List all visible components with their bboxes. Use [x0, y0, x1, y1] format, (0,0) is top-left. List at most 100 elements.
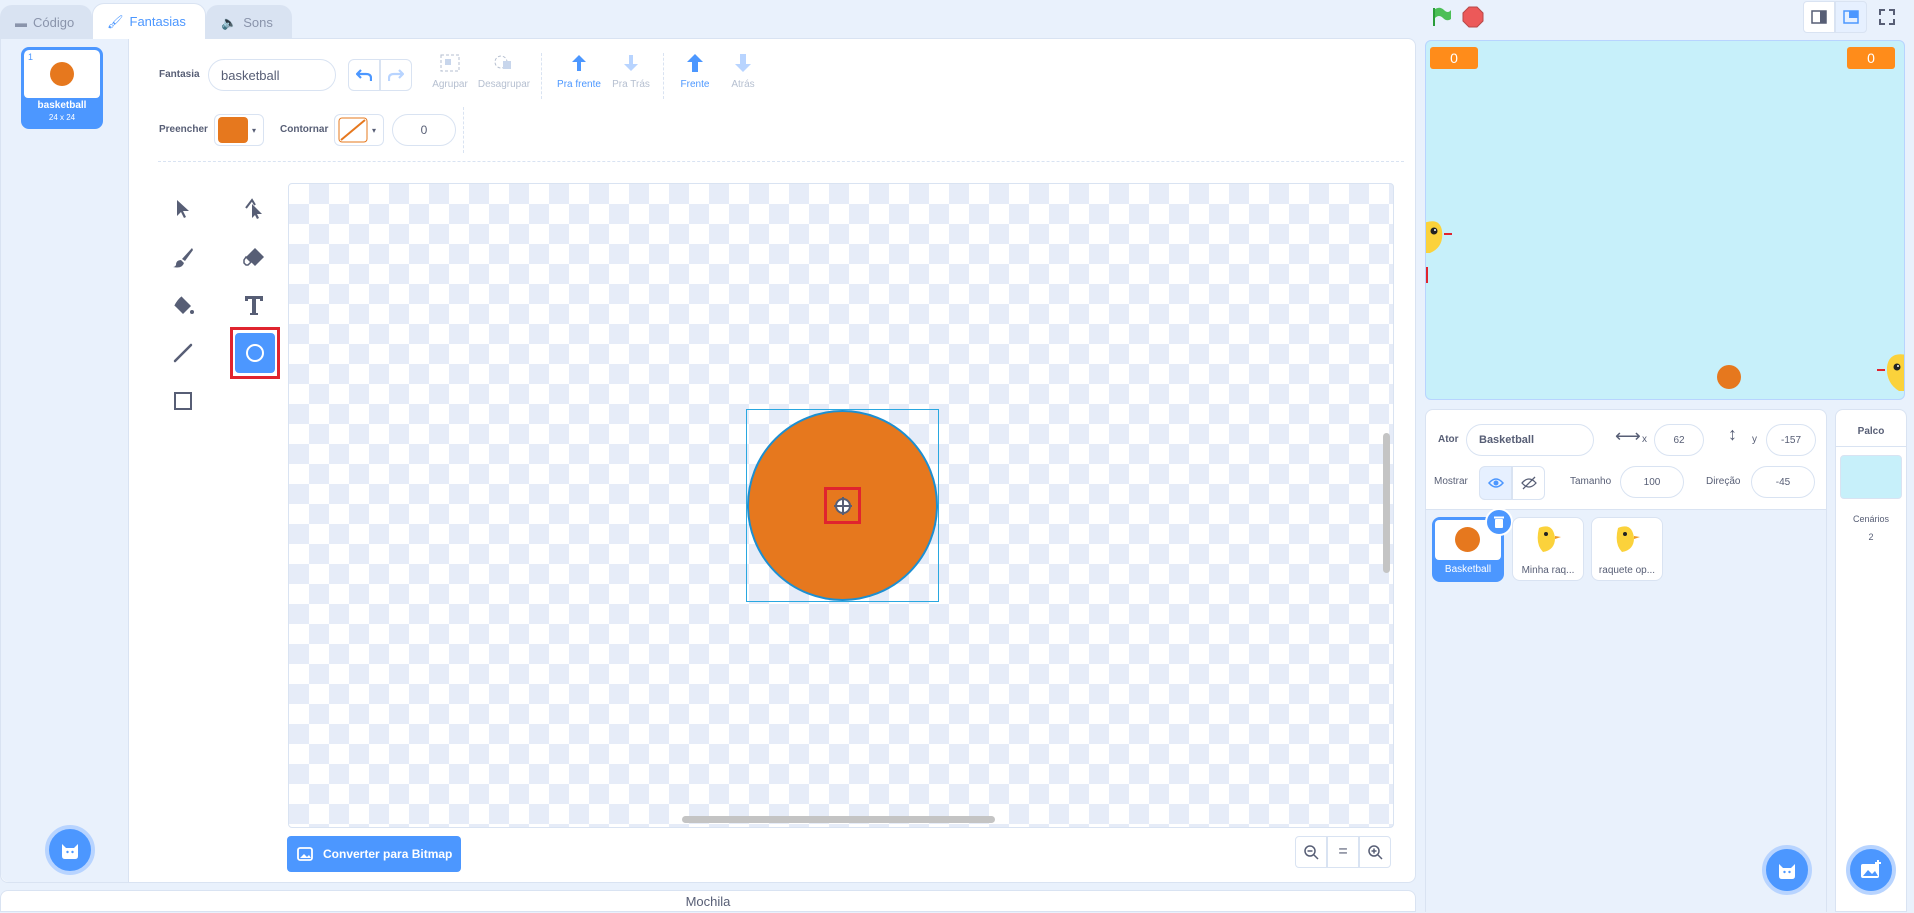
stage-title: Palco — [1857, 426, 1885, 437]
front-icon — [687, 54, 703, 72]
zoom-in-icon — [1368, 845, 1383, 860]
backward-button[interactable]: Pra Trás — [603, 53, 659, 99]
stage[interactable]: 0 0 — [1425, 40, 1905, 400]
choose-costume-button[interactable] — [45, 825, 95, 875]
choose-backdrop-button[interactable] — [1846, 845, 1896, 895]
reshape-tool[interactable] — [232, 185, 276, 233]
paint-editor: 1 basketball 24 x 24 Fantasia basketball… — [0, 38, 1416, 883]
zoom-reset-button[interactable]: = — [1327, 836, 1359, 868]
drawing-canvas[interactable] — [288, 183, 1394, 828]
cat-add-icon — [1779, 864, 1795, 879]
brush-tool-icon — [173, 248, 193, 268]
sprite-tile-raquete-oponente[interactable]: raquete op... — [1591, 517, 1663, 581]
fill-tool[interactable] — [161, 281, 205, 329]
group-button[interactable]: Agrupar — [429, 53, 471, 99]
paint-bucket-icon — [174, 296, 194, 314]
rotation-center-marker[interactable] — [824, 487, 861, 524]
rectangle-tool[interactable] — [161, 377, 205, 425]
image-icon — [297, 847, 313, 861]
size-input[interactable]: 100 — [1620, 466, 1684, 498]
outline-color-picker[interactable]: ▾ — [334, 114, 384, 146]
fullscreen-icon[interactable] — [1876, 6, 1898, 28]
zoom-out-icon — [1304, 845, 1319, 860]
choose-sprite-button[interactable] — [1762, 845, 1812, 895]
brush-tool[interactable] — [161, 233, 205, 281]
eye-slash-icon — [1520, 476, 1537, 490]
backward-icon — [624, 55, 638, 71]
redo-icon — [388, 69, 404, 81]
horizontal-scrollbar[interactable] — [682, 816, 995, 823]
tab-code[interactable]: ▬ Código — [0, 5, 92, 39]
direction-input[interactable]: -45 — [1751, 466, 1815, 498]
line-tool[interactable] — [161, 329, 205, 377]
chick-thumbnail — [1616, 526, 1640, 552]
costume-item[interactable]: 1 basketball 24 x 24 — [21, 47, 103, 129]
zoom-out-button[interactable] — [1295, 836, 1327, 868]
sprite-tile-minha-raquete[interactable]: Minha raq... — [1512, 517, 1584, 581]
ungroup-button[interactable]: Desagrupar — [476, 53, 532, 99]
delete-sprite-button[interactable] — [1485, 508, 1513, 536]
circle-tool[interactable] — [230, 327, 280, 379]
stage-selector[interactable]: Palco Cenários 2 — [1835, 409, 1907, 912]
stage-thumbnail[interactable] — [1840, 455, 1902, 499]
large-stage-button[interactable] — [1835, 1, 1867, 33]
costume-number: 1 — [28, 52, 34, 62]
fill-swatch — [218, 117, 248, 143]
hide-sprite-button[interactable] — [1512, 466, 1545, 500]
no-outline-icon — [338, 117, 368, 143]
costume-thumbnail — [50, 62, 74, 86]
basketball-sprite[interactable] — [1717, 365, 1741, 389]
reshape-icon — [245, 198, 262, 219]
front-button[interactable]: Frente — [673, 53, 717, 99]
forward-button[interactable]: Pra frente — [551, 53, 607, 99]
green-flag-icon[interactable] — [1430, 6, 1452, 28]
costume-size: 24 x 24 — [48, 113, 76, 122]
group-icon — [440, 54, 460, 72]
backpack-bar[interactable]: Mochila — [0, 890, 1416, 912]
back-button[interactable]: Atrás — [721, 53, 765, 99]
undo-button[interactable] — [348, 59, 380, 91]
select-tool[interactable] — [161, 185, 205, 233]
stop-icon[interactable] — [1462, 6, 1484, 28]
cat-add-icon — [62, 844, 78, 859]
crosshair-icon — [833, 496, 852, 515]
vertical-scrollbar[interactable] — [1383, 433, 1390, 573]
costume-list: 1 basketball 24 x 24 — [1, 39, 129, 882]
small-stage-button[interactable] — [1803, 1, 1835, 33]
show-sprite-button[interactable] — [1479, 466, 1512, 500]
dropdown-caret-icon: ▾ — [372, 125, 377, 135]
chick-sprite-right — [1877, 354, 1904, 391]
zoom-in-button[interactable] — [1359, 836, 1391, 868]
fill-color-picker[interactable]: ▾ — [214, 114, 264, 146]
rectangle-icon — [174, 392, 192, 410]
backdrops-label: Cenários — [1852, 514, 1890, 524]
x-input[interactable]: 62 — [1654, 424, 1704, 456]
circle-icon — [246, 344, 264, 362]
backdrops-count: 2 — [1868, 532, 1874, 542]
sprite-tile-basketball[interactable]: Basketball — [1432, 508, 1513, 582]
outline-width-input[interactable]: 0 — [392, 114, 456, 146]
redo-button[interactable] — [380, 59, 412, 91]
eye-icon — [1487, 478, 1504, 488]
costume-name-label: Fantasia — [159, 69, 200, 80]
forward-icon — [572, 55, 586, 71]
costume-name-input[interactable]: basketball — [208, 59, 336, 91]
sprite-name-input[interactable]: Basketball — [1466, 424, 1594, 456]
convert-to-bitmap-button[interactable]: Converter para Bitmap — [287, 836, 461, 872]
sprite-list: Basketball Minha raq... raquete op... — [1426, 508, 1826, 913]
eraser-icon — [243, 248, 264, 266]
chick-sprite-left — [1426, 221, 1452, 283]
speaker-icon: 🔈 — [221, 14, 238, 30]
code-icon: ▬ — [15, 15, 27, 30]
text-tool[interactable] — [232, 281, 276, 329]
sprite-pane: Ator Basketball ⟷ x 62 ↕ y -157 Mostrar … — [1425, 409, 1827, 913]
outline-label: Contornar — [280, 124, 329, 135]
horizontal-arrows-icon: ⟷ — [1615, 426, 1641, 446]
y-input[interactable]: -157 — [1766, 424, 1816, 456]
back-icon — [735, 54, 751, 72]
eraser-tool[interactable] — [232, 233, 276, 281]
dropdown-caret-icon: ▾ — [252, 125, 257, 135]
vertical-arrows-icon: ↕ — [1728, 424, 1737, 444]
tab-costumes[interactable]: 🖌 Fantasias — [92, 3, 206, 39]
tab-sounds[interactable]: 🔈 Sons — [206, 5, 292, 39]
